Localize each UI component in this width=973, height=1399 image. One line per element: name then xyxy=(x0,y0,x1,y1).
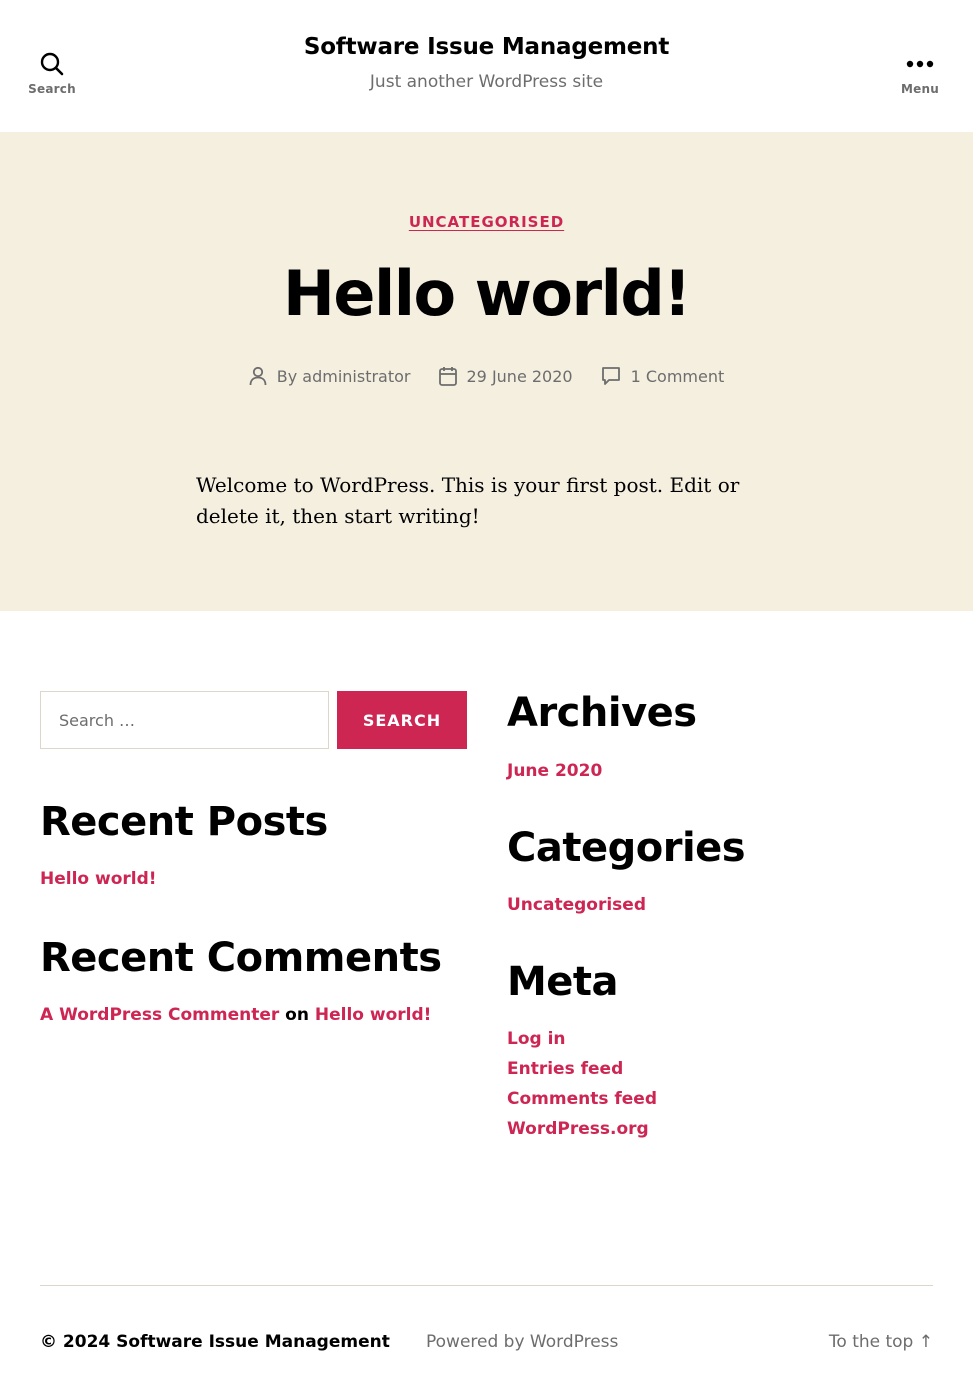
more-dots-icon xyxy=(906,60,934,68)
recent-comment-item: A WordPress Commenter on Hello world! xyxy=(40,1000,467,1030)
categories-widget: Categories Uncategorised xyxy=(507,824,933,920)
footer-divider xyxy=(40,1285,933,1286)
site-description: Just another WordPress site xyxy=(369,72,604,92)
post-category: UNCATEGORISED xyxy=(0,212,973,231)
footer-copyright[interactable]: © 2024 Software Issue Management xyxy=(40,1330,390,1354)
search-input[interactable] xyxy=(40,691,329,749)
categories-title: Categories xyxy=(507,825,746,871)
site-header: Search Software Issue Management Just an… xyxy=(0,0,973,132)
comment-author-link[interactable]: A WordPress Commenter xyxy=(40,1005,279,1025)
meta-login-link[interactable]: Log in xyxy=(507,1024,933,1054)
post-content: Welcome to WordPress. This is your first… xyxy=(196,473,740,528)
archive-link[interactable]: June 2020 xyxy=(507,756,933,786)
post-title: Hello world! xyxy=(283,257,691,330)
recent-comments-title: Recent Comments xyxy=(40,935,442,981)
post-header: UNCATEGORISED Hello world! By administra… xyxy=(0,132,973,611)
search-form: Search xyxy=(40,691,467,749)
post-author[interactable]: By administrator xyxy=(249,366,411,386)
post-date-text: 29 June 2020 xyxy=(466,366,573,386)
comment-post-link[interactable]: Hello world! xyxy=(315,1005,432,1025)
recent-post-link[interactable]: Hello world! xyxy=(40,864,467,894)
user-icon xyxy=(249,366,267,386)
post-author-text: By administrator xyxy=(276,366,411,386)
site-title[interactable]: Software Issue Management xyxy=(0,34,973,60)
recent-posts-widget: Recent Posts Hello world! xyxy=(40,798,467,894)
post-comments-text: 1 Comment xyxy=(630,366,725,386)
meta-wordpress-org-link[interactable]: WordPress.org xyxy=(507,1114,933,1144)
category-widget-link[interactable]: Uncategorised xyxy=(507,890,933,920)
archives-title: Archives xyxy=(507,690,697,736)
post-date[interactable]: 29 June 2020 xyxy=(438,366,573,386)
recent-posts-title: Recent Posts xyxy=(40,799,328,845)
meta-comments-feed-link[interactable]: Comments feed xyxy=(507,1084,933,1114)
archives-widget: Archives June 2020 xyxy=(507,689,933,786)
calendar-icon xyxy=(438,367,457,386)
category-link[interactable]: UNCATEGORISED xyxy=(409,213,564,231)
post-meta: By administrator 29 June 2020 1 Comment xyxy=(0,366,973,386)
meta-entries-feed-link[interactable]: Entries feed xyxy=(507,1054,933,1084)
post-comments[interactable]: 1 Comment xyxy=(601,366,725,386)
menu-toggle-label: Menu xyxy=(901,82,939,96)
search-submit-button[interactable]: Search xyxy=(337,691,467,749)
comment-bubble-icon xyxy=(601,367,620,385)
to-the-top-link[interactable]: To the top ↑ xyxy=(829,1330,933,1354)
powered-by-link[interactable]: Powered by WordPress xyxy=(426,1330,618,1354)
menu-toggle-button[interactable]: Menu xyxy=(880,52,960,96)
widget-column-left: Search Recent Posts Hello world! Recent … xyxy=(40,691,467,1030)
comment-on-text: on xyxy=(285,1005,309,1025)
meta-title: Meta xyxy=(507,959,619,1005)
meta-widget: Meta Log in Entries feed Comments feed W… xyxy=(507,958,933,1144)
widget-column-right: Archives June 2020 Categories Uncategori… xyxy=(507,689,933,1144)
recent-comments-widget: Recent Comments A WordPress Commenter on… xyxy=(40,934,467,1030)
